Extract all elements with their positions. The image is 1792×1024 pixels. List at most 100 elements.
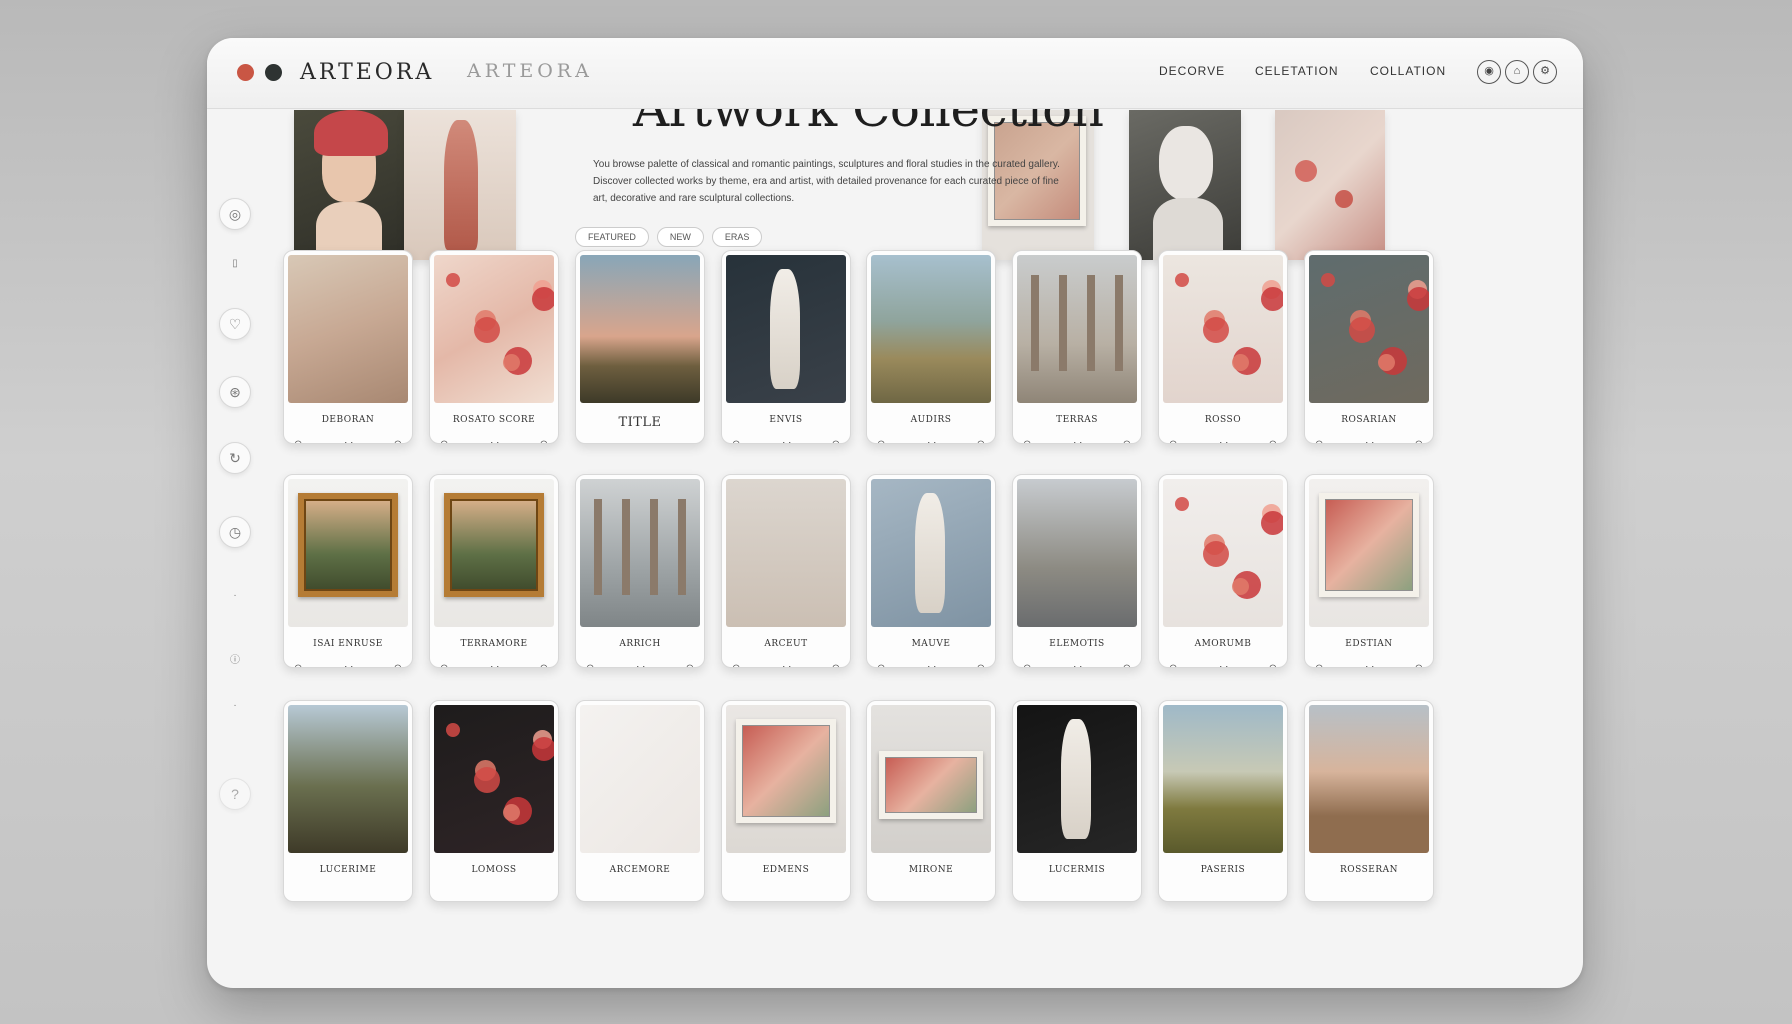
view-icon[interactable]: ◔◔ xyxy=(1217,663,1229,667)
nav-link-3[interactable]: COLLATION xyxy=(1370,64,1446,78)
artwork-card[interactable]: MAUVE ⊙ ◔◔ ⊙ xyxy=(866,474,996,668)
artwork-card[interactable]: ROSATO SCORE ⊙ ◔◔ ⊙ xyxy=(429,250,559,444)
artwork-card[interactable]: TERRAS ⊙ ◔◔ ⊙ xyxy=(1012,250,1142,444)
artwork-image[interactable] xyxy=(1309,479,1429,627)
artwork-card[interactable]: ROSSO ⊙ ◔◔ ⊙ xyxy=(1158,250,1288,444)
artwork-image[interactable] xyxy=(288,705,408,853)
share-icon[interactable]: ⊙ xyxy=(877,439,885,443)
view-icon[interactable]: ◔◔ xyxy=(780,663,792,667)
heart-icon[interactable]: ♡ xyxy=(219,308,251,340)
artwork-image[interactable] xyxy=(871,705,991,853)
artwork-card[interactable]: ROSSERAN xyxy=(1304,700,1434,902)
favorite-icon[interactable]: ⊙ xyxy=(832,663,840,667)
artwork-card[interactable]: TERRAMORE ⊙ ◔◔ ⊙ xyxy=(429,474,559,668)
view-icon[interactable]: ◔◔ xyxy=(342,439,354,443)
share-icon[interactable]: ⊙ xyxy=(732,663,740,667)
artwork-image[interactable] xyxy=(1017,705,1137,853)
artwork-card[interactable]: LUCERIME xyxy=(283,700,413,902)
share-icon[interactable]: ⊙ xyxy=(440,663,448,667)
artwork-card[interactable]: PASERIS xyxy=(1158,700,1288,902)
refresh-icon[interactable]: ↻ xyxy=(219,442,251,474)
artwork-card[interactable]: AUDIRS ⊙ ◔◔ ⊙ xyxy=(866,250,996,444)
artwork-image[interactable] xyxy=(871,479,991,627)
artwork-image[interactable] xyxy=(580,705,700,853)
artwork-image[interactable] xyxy=(288,479,408,627)
gallery-icon[interactable]: ⊛ xyxy=(219,376,251,408)
share-icon[interactable]: ⊙ xyxy=(877,663,885,667)
view-icon[interactable]: ◔◔ xyxy=(1071,663,1083,667)
share-icon[interactable]: ⊙ xyxy=(1023,663,1031,667)
artwork-image[interactable] xyxy=(726,705,846,853)
brand-logo[interactable]: ARTEORA xyxy=(300,60,434,85)
artwork-card[interactable]: ARCEMORE xyxy=(575,700,705,902)
user-icon[interactable]: ◉ xyxy=(1477,60,1501,84)
info-icon[interactable]: ⓘ xyxy=(227,653,243,669)
favorite-icon[interactable]: ⊙ xyxy=(1269,663,1277,667)
view-icon[interactable]: ◔◔ xyxy=(342,663,354,667)
favorite-icon[interactable]: ⊙ xyxy=(394,439,402,443)
artwork-image[interactable] xyxy=(726,255,846,403)
view-icon[interactable]: ◔◔ xyxy=(780,439,792,443)
favorite-icon[interactable]: ⊙ xyxy=(540,439,548,443)
artwork-image[interactable] xyxy=(434,705,554,853)
home-icon[interactable]: ◎ xyxy=(219,198,251,230)
artwork-card[interactable]: ENVIS ⊙ ◔◔ ⊙ xyxy=(721,250,851,444)
artwork-portrait-woman[interactable] xyxy=(294,110,404,260)
artwork-image[interactable] xyxy=(1309,255,1429,403)
artwork-figure-red-dress[interactable] xyxy=(404,110,516,260)
artwork-card[interactable]: LUCERMIS xyxy=(1012,700,1142,902)
view-icon[interactable]: ◔◔ xyxy=(1071,439,1083,443)
favorite-icon[interactable]: ⊙ xyxy=(1415,663,1423,667)
view-icon[interactable]: ◔◔ xyxy=(634,663,646,667)
view-icon[interactable]: ◔◔ xyxy=(1363,439,1375,443)
book-icon[interactable]: ▯ xyxy=(227,256,243,272)
clock-icon[interactable]: ◷ xyxy=(219,516,251,548)
artwork-card[interactable]: LOMOSS xyxy=(429,700,559,902)
artwork-card[interactable]: EDSTIAN ⊙ ◔◔ ⊙ xyxy=(1304,474,1434,668)
artwork-card[interactable]: ARRICH ⊙ ◔◔ ⊙ xyxy=(575,474,705,668)
share-icon[interactable]: ⊙ xyxy=(732,439,740,443)
artwork-floral-abstract[interactable] xyxy=(1275,110,1385,260)
favorite-icon[interactable]: ⊙ xyxy=(1415,439,1423,443)
artwork-image[interactable] xyxy=(434,479,554,627)
view-icon[interactable]: ◔◔ xyxy=(488,663,500,667)
artwork-card[interactable]: DEBORAN ⊙ ◔◔ ⊙ xyxy=(283,250,413,444)
artwork-image[interactable] xyxy=(1309,705,1429,853)
help-icon[interactable]: ? xyxy=(219,778,251,810)
artwork-image[interactable] xyxy=(434,255,554,403)
chip-eras[interactable]: ERAS xyxy=(711,227,763,247)
view-icon[interactable]: ◔◔ xyxy=(488,439,500,443)
favorite-icon[interactable]: ⊙ xyxy=(977,663,985,667)
settings-icon[interactable]: ⚙ xyxy=(1533,60,1557,84)
share-icon[interactable]: ⊙ xyxy=(1169,663,1177,667)
share-icon[interactable]: ⊙ xyxy=(1315,663,1323,667)
minimize-dot-icon[interactable] xyxy=(265,64,282,81)
favorite-icon[interactable]: ⊙ xyxy=(832,439,840,443)
share-icon[interactable]: ⊙ xyxy=(294,663,302,667)
artwork-card[interactable]: EDMENS xyxy=(721,700,851,902)
nav-link-1[interactable]: DECORVE xyxy=(1159,64,1225,78)
artwork-image[interactable] xyxy=(580,255,700,403)
chip-new[interactable]: NEW xyxy=(656,227,704,247)
chip-featured[interactable]: FEATURED xyxy=(575,227,649,247)
favorite-icon[interactable]: ⊙ xyxy=(1123,663,1131,667)
favorite-icon[interactable]: ⊙ xyxy=(1123,439,1131,443)
artwork-card[interactable]: MIRONE xyxy=(866,700,996,902)
view-icon[interactable]: ◔◔ xyxy=(925,439,937,443)
share-icon[interactable]: ⊙ xyxy=(1315,439,1323,443)
artwork-card[interactable]: ROSARIAN ⊙ ◔◔ ⊙ xyxy=(1304,250,1434,444)
share-icon[interactable]: ⊙ xyxy=(1023,439,1031,443)
artwork-image[interactable] xyxy=(1017,255,1137,403)
artwork-card[interactable]: ARCEUT ⊙ ◔◔ ⊙ xyxy=(721,474,851,668)
cart-icon[interactable]: ⌂ xyxy=(1505,60,1529,84)
artwork-image[interactable] xyxy=(1163,705,1283,853)
favorite-icon[interactable]: ⊙ xyxy=(977,439,985,443)
favorite-icon[interactable]: ⊙ xyxy=(686,663,694,667)
share-icon[interactable]: ⊙ xyxy=(1169,439,1177,443)
artwork-card[interactable]: AMORUMB ⊙ ◔◔ ⊙ xyxy=(1158,474,1288,668)
favorite-icon[interactable]: ⊙ xyxy=(540,663,548,667)
favorite-icon[interactable]: ⊙ xyxy=(1269,439,1277,443)
artwork-image[interactable] xyxy=(726,479,846,627)
view-icon[interactable]: ◔◔ xyxy=(1363,663,1375,667)
share-icon[interactable]: ⊙ xyxy=(586,663,594,667)
